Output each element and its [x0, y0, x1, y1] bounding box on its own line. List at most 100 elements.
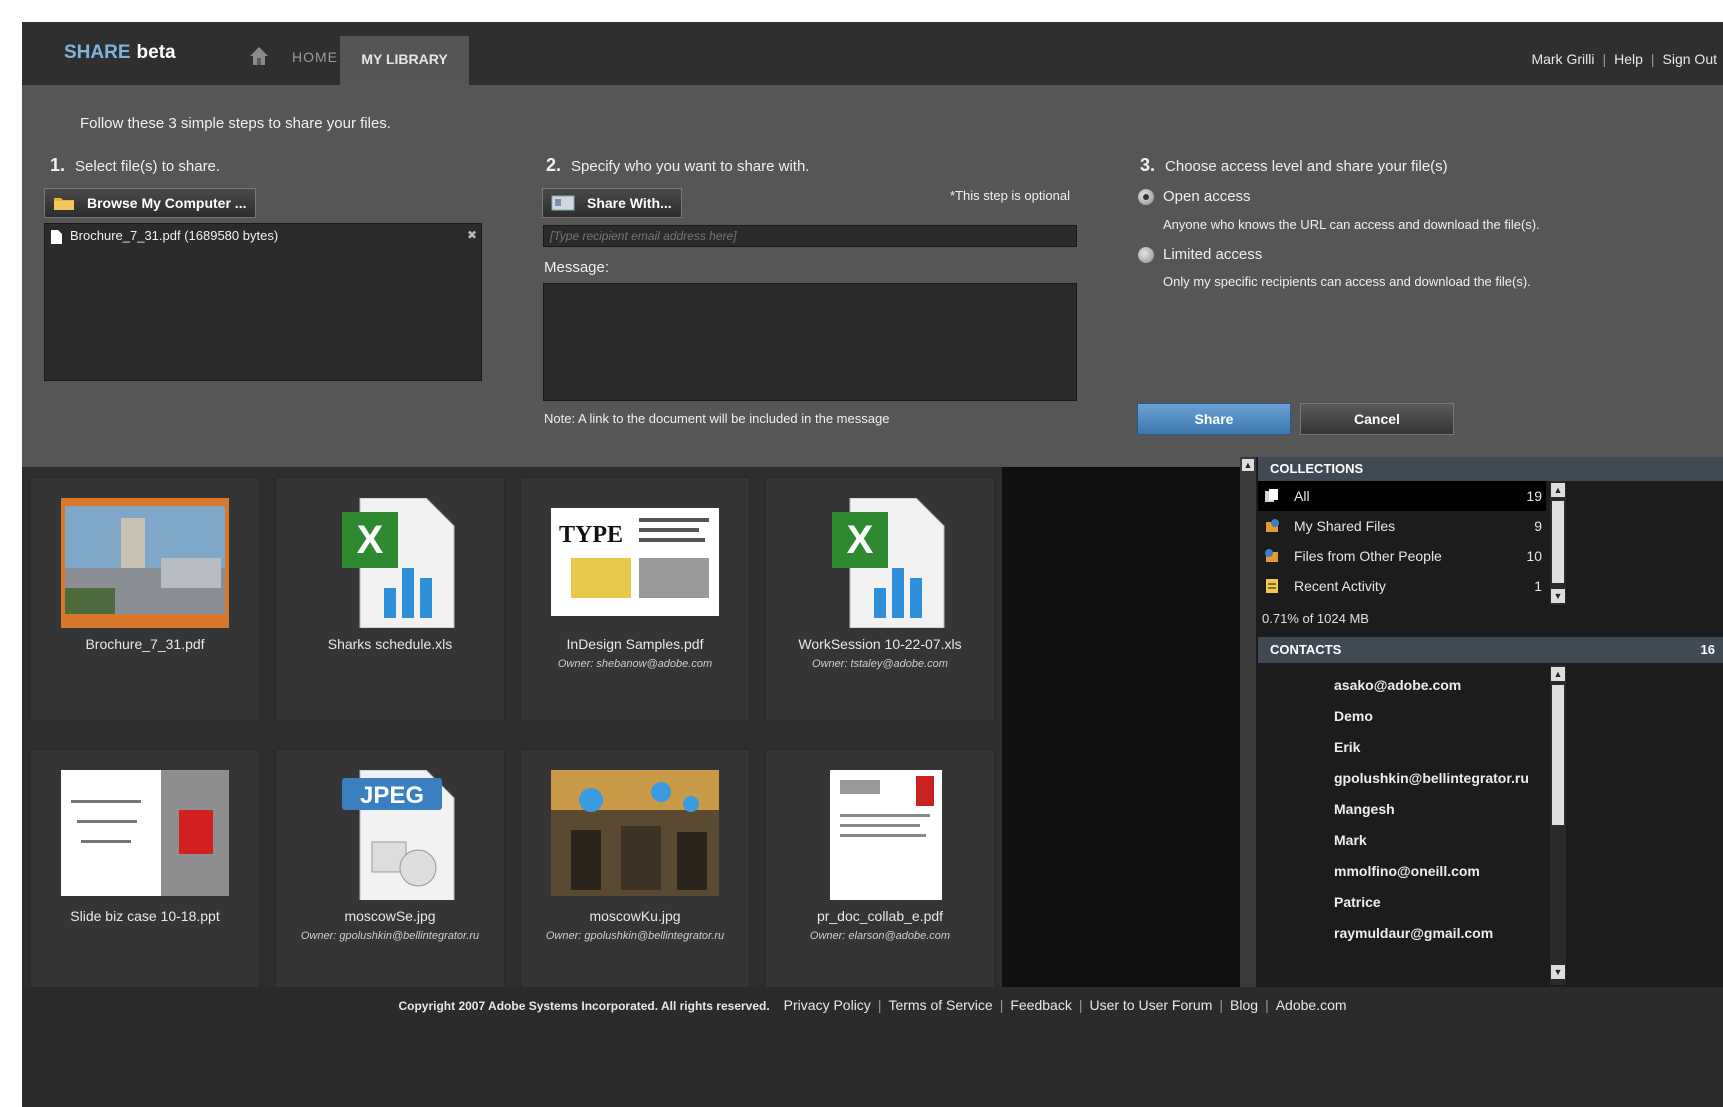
- scroll-thumb[interactable]: [1552, 501, 1564, 583]
- browse-button-label: Browse My Computer ...: [87, 195, 247, 211]
- contact-item[interactable]: Demo: [1334, 708, 1373, 724]
- tab-my-library[interactable]: MY LIBRARY: [340, 36, 469, 85]
- forum-link[interactable]: User to User Forum: [1089, 997, 1212, 1013]
- open-access-radio[interactable]: [1138, 189, 1154, 205]
- remove-file-icon[interactable]: ✖: [467, 228, 477, 242]
- file-tile[interactable]: Slide biz case 10-18.ppt: [30, 749, 260, 993]
- share-with-button[interactable]: Share With...: [542, 188, 682, 218]
- collection-label: Files from Other People: [1294, 548, 1442, 564]
- share-button[interactable]: Share: [1137, 403, 1291, 435]
- contact-item[interactable]: mmolfino@oneill.com: [1334, 863, 1480, 879]
- contact-item[interactable]: Mark: [1334, 832, 1367, 848]
- contact-item[interactable]: raymuldaur@gmail.com: [1334, 925, 1493, 941]
- scroll-down-arrow-icon[interactable]: ▼: [1551, 589, 1565, 603]
- home-icon[interactable]: [248, 45, 270, 67]
- step3-title: Choose access level and share your file(…: [1165, 158, 1448, 175]
- scroll-down-arrow-icon[interactable]: ▼: [1551, 965, 1565, 979]
- file-tile[interactable]: JPEG moscowSe.jpg Owner: gpolushkin@bell…: [275, 749, 505, 993]
- document-icon: [51, 229, 62, 244]
- selected-file-name: Brochure_7_31.pdf (1689580 bytes): [70, 228, 279, 243]
- feedback-link[interactable]: Feedback: [1010, 997, 1071, 1013]
- step2-number: 2.: [546, 155, 562, 175]
- scroll-up-arrow-icon[interactable]: ▲: [1242, 459, 1254, 471]
- share-with-label: Share With...: [587, 195, 672, 211]
- file-tile[interactable]: pr_doc_collab_e.pdf Owner: elarson@adobe…: [765, 749, 995, 993]
- selected-file-item[interactable]: Brochure_7_31.pdf (1689580 bytes): [51, 228, 278, 244]
- collections-scrollbar[interactable]: ▲ ▼: [1550, 481, 1566, 605]
- file-name: pr_doc_collab_e.pdf: [816, 908, 944, 924]
- scroll-thumb[interactable]: [1552, 685, 1564, 825]
- recipient-email-input[interactable]: [543, 225, 1077, 247]
- contacts-header: CONTACTS 16: [1258, 637, 1723, 663]
- sign-out-link[interactable]: Sign Out: [1663, 51, 1717, 67]
- collection-count: 10: [1526, 548, 1542, 564]
- footer: Copyright 2007 Adobe Systems Incorporate…: [22, 987, 1723, 1107]
- contacts-count: 16: [1700, 642, 1715, 657]
- address-card-icon: [551, 195, 575, 211]
- file-owner: Owner: tstaley@adobe.com: [812, 658, 948, 670]
- step3-heading: 3. Choose access level and share your fil…: [1140, 155, 1448, 176]
- terms-link[interactable]: Terms of Service: [888, 997, 992, 1013]
- file-name: InDesign Samples.pdf: [566, 636, 704, 652]
- browse-computer-button[interactable]: Browse My Computer ...: [44, 188, 256, 218]
- privacy-policy-link[interactable]: Privacy Policy: [784, 997, 871, 1013]
- tab-home[interactable]: HOME: [292, 49, 338, 65]
- collection-my-shared[interactable]: My Shared Files 9: [1258, 511, 1546, 541]
- contact-item[interactable]: Erik: [1334, 739, 1360, 755]
- help-link[interactable]: Help: [1614, 51, 1643, 67]
- file-owner: Owner: elarson@adobe.com: [809, 930, 951, 942]
- brand-badge: beta: [136, 42, 176, 63]
- open-access-label[interactable]: Open access: [1163, 188, 1251, 205]
- user-name-link[interactable]: Mark Grilli: [1531, 51, 1594, 67]
- app-logo[interactable]: SHARE beta: [64, 42, 176, 64]
- collection-recent-activity[interactable]: Recent Activity 1: [1258, 571, 1546, 601]
- file-tile[interactable]: X WorkSession 10-22-07.xls Owner: tstale…: [765, 477, 995, 721]
- contact-item[interactable]: Patrice: [1334, 894, 1381, 910]
- collection-count: 19: [1526, 488, 1542, 504]
- file-name: WorkSession 10-22-07.xls: [798, 636, 962, 652]
- file-tile[interactable]: TYPE InDesign Samples.pdf Owner: shebano…: [520, 477, 750, 721]
- indesign-thumbnail: TYPE: [551, 508, 719, 616]
- contact-item[interactable]: Mangesh: [1334, 801, 1395, 817]
- file-name: moscowSe.jpg: [344, 908, 436, 924]
- collection-from-others[interactable]: Files from Other People 10: [1258, 541, 1546, 571]
- selected-files-list: Brochure_7_31.pdf (1689580 bytes) ✖: [44, 223, 482, 381]
- library-grid: Brochure_7_31.pdf X Sharks schedule.xls …: [22, 467, 1002, 993]
- storage-usage: 0.71% of 1024 MB: [1262, 611, 1369, 626]
- share-panel: Follow these 3 simple steps to share you…: [22, 85, 1723, 467]
- scroll-up-arrow-icon[interactable]: ▲: [1551, 483, 1565, 497]
- adobe-com-link[interactable]: Adobe.com: [1276, 997, 1347, 1013]
- jpeg-file-icon: JPEG: [342, 770, 455, 900]
- scroll-up-arrow-icon[interactable]: ▲: [1551, 667, 1565, 681]
- step3-number: 3.: [1140, 155, 1156, 175]
- contact-item[interactable]: gpolushkin@bellintegrator.ru: [1334, 770, 1529, 786]
- limited-access-label[interactable]: Limited access: [1163, 246, 1262, 263]
- thumb-type-text: TYPE: [559, 522, 623, 548]
- received-files-icon: [1265, 549, 1278, 562]
- contact-item[interactable]: asako@adobe.com: [1334, 677, 1461, 693]
- sidebar-splitter[interactable]: ▲: [1240, 457, 1256, 987]
- collection-label: All: [1294, 488, 1310, 504]
- step2-title: Specify who you want to share with.: [571, 158, 810, 175]
- brochure-thumbnail: [61, 498, 229, 628]
- user-menu: Mark Grilli | Help | Sign Out: [1531, 51, 1717, 67]
- message-textarea[interactable]: [543, 283, 1077, 401]
- blog-link[interactable]: Blog: [1230, 997, 1258, 1013]
- recent-activity-icon: [1266, 579, 1278, 593]
- collection-all[interactable]: All 19: [1258, 481, 1546, 511]
- file-name: moscowKu.jpg: [589, 908, 681, 924]
- file-name: Brochure_7_31.pdf: [85, 636, 205, 652]
- contacts-scrollbar[interactable]: ▲ ▼: [1550, 665, 1566, 985]
- top-nav: SHARE beta HOME MY LIBRARY Mark Grilli | He…: [22, 22, 1723, 85]
- file-tile[interactable]: Brochure_7_31.pdf: [30, 477, 260, 721]
- file-name: Sharks schedule.xls: [327, 636, 453, 652]
- file-tile[interactable]: X Sharks schedule.xls: [275, 477, 505, 721]
- limited-access-radio[interactable]: [1138, 247, 1154, 263]
- collection-count: 1: [1534, 578, 1542, 594]
- file-tile[interactable]: moscowKu.jpg Owner: gpolushkin@bellinteg…: [520, 749, 750, 993]
- cancel-button[interactable]: Cancel: [1300, 403, 1454, 435]
- photo-thumbnail: [551, 770, 719, 896]
- brand-name: SHARE: [64, 42, 131, 63]
- footer-links: Copyright 2007 Adobe Systems Incorporate…: [398, 997, 1347, 1013]
- copyright-text: Copyright 2007 Adobe Systems Incorporate…: [398, 999, 770, 1013]
